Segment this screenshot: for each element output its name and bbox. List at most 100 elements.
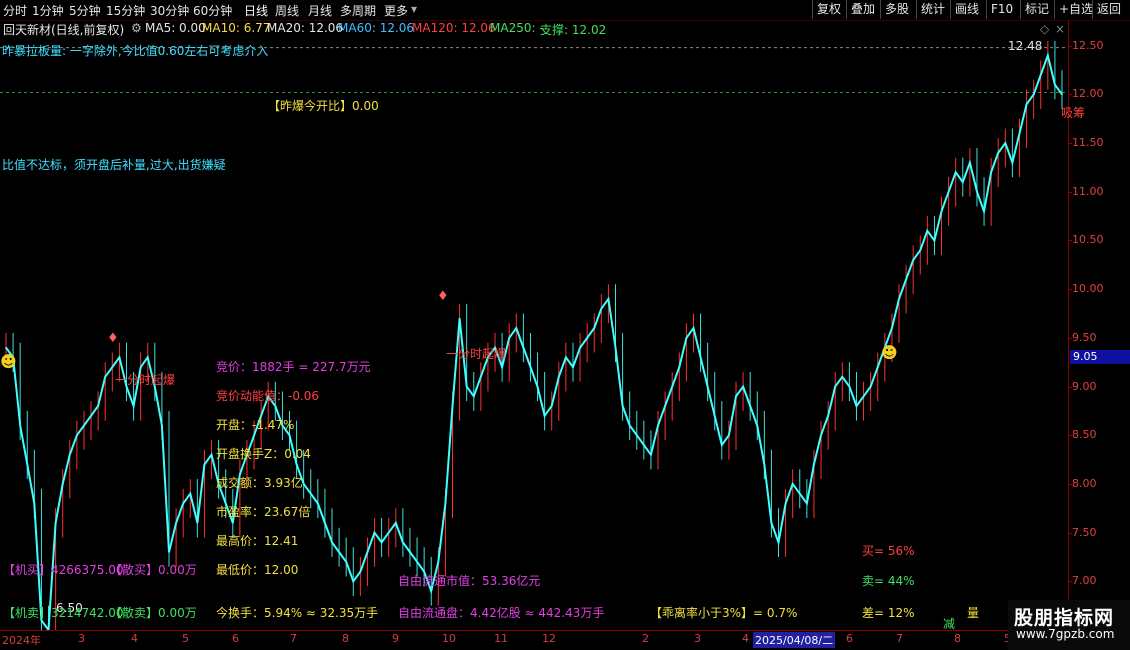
month-label: 12 xyxy=(542,632,556,645)
data-point xyxy=(274,405,277,407)
data-point xyxy=(621,405,624,407)
data-point xyxy=(97,405,99,407)
smiley-icon: ☻ xyxy=(881,343,898,362)
month-label: 6 xyxy=(232,632,239,645)
ma120-label: MA120: 12.06 xyxy=(412,21,496,35)
tab-more[interactable]: 更多 xyxy=(384,2,408,19)
data-point xyxy=(628,424,631,427)
tab-weekly[interactable]: 周线 xyxy=(275,2,299,19)
data-point xyxy=(295,463,298,466)
diamond-icon[interactable]: ◇ xyxy=(1040,22,1049,36)
data-point xyxy=(685,337,688,339)
data-point xyxy=(728,434,730,437)
tick-mark xyxy=(1068,483,1072,485)
diamond-gem-icon: ♦ xyxy=(437,289,449,304)
data-point xyxy=(231,522,234,524)
retail-buy-stat: 【散买】0.00万 xyxy=(110,563,197,577)
tick-mark xyxy=(1068,240,1072,242)
data-point xyxy=(706,385,709,388)
inst-sell-stat: 【机卖】3214742.00 xyxy=(3,606,124,620)
month-label: 6 xyxy=(846,632,853,645)
month-label: 10 xyxy=(442,632,456,645)
data-point xyxy=(593,327,596,329)
data-point xyxy=(643,444,645,446)
f10-button[interactable]: F10 xyxy=(986,0,1017,19)
data-point xyxy=(1039,74,1042,76)
deviation-stat: 【乖离率小于3%】= 0.7% xyxy=(650,606,798,620)
tab-multi-period[interactable]: 多周期 xyxy=(340,2,376,19)
data-point xyxy=(607,298,610,300)
data-point xyxy=(508,337,510,339)
data-point xyxy=(26,463,29,466)
tab-fenshi[interactable]: 分时 xyxy=(3,2,27,19)
data-point xyxy=(961,181,964,183)
tab-30min[interactable]: 30分钟 xyxy=(150,2,189,19)
smiley-icon: ☻ xyxy=(0,352,17,371)
open-turnover-stat: 开盘换手Z：0.04 xyxy=(216,447,311,461)
high-price-label: 12.48 xyxy=(1008,39,1043,53)
data-point xyxy=(522,346,525,349)
data-point xyxy=(657,424,659,427)
draw-line-button[interactable]: 画线 xyxy=(950,0,983,19)
data-point xyxy=(586,337,588,339)
chevron-down-icon[interactable]: ▾ xyxy=(411,2,417,16)
bid-power-stat: 竞价动能值：-0.06 xyxy=(216,389,320,403)
data-point xyxy=(940,210,943,213)
tick-mark xyxy=(1068,191,1072,193)
tick-mark xyxy=(1068,94,1072,96)
tab-1min[interactable]: 1分钟 xyxy=(32,2,64,19)
tab-daily[interactable]: 日线 xyxy=(244,2,268,19)
tab-monthly[interactable]: 月线 xyxy=(308,2,332,19)
inst-buy-stat: 【机买】4266375.00 xyxy=(3,563,124,577)
data-point xyxy=(472,395,475,398)
stats-button[interactable]: 统计 xyxy=(916,0,949,19)
month-label: 9 xyxy=(392,632,399,645)
multi-stock-button[interactable]: 多股 xyxy=(880,0,913,19)
data-point xyxy=(19,424,21,427)
amount-stat: 成交额：3.93亿 xyxy=(216,476,303,490)
data-point xyxy=(465,385,468,388)
add-watchlist-button[interactable]: +自选 xyxy=(1054,0,1097,19)
data-point xyxy=(253,434,255,437)
price-tick: 8.50 xyxy=(1072,428,1097,442)
buy-pct-stat: 买= 56% xyxy=(862,544,915,558)
data-point xyxy=(139,366,142,368)
month-label: 8 xyxy=(954,632,961,645)
data-point xyxy=(1018,132,1021,135)
ma60-label: MA60: 12.06 xyxy=(338,21,415,35)
tab-60min[interactable]: 60分钟 xyxy=(193,2,232,19)
month-label: 3 xyxy=(78,632,85,645)
data-point xyxy=(1011,161,1014,164)
mark-button[interactable]: 标记 xyxy=(1020,0,1053,19)
fuquan-button[interactable]: 复权 xyxy=(812,0,845,19)
data-point xyxy=(558,376,560,378)
float-shares-stat: 自由流通盘：4.42亿股 ≈ 442.43万手 xyxy=(398,606,605,620)
data-point xyxy=(664,405,666,407)
tab-15min[interactable]: 15分钟 xyxy=(106,2,145,19)
data-point xyxy=(430,590,433,592)
data-point xyxy=(848,385,851,388)
data-point xyxy=(83,424,85,427)
open-pct-stat: 开盘：-1.47% xyxy=(216,418,295,432)
data-point xyxy=(926,229,929,232)
burst-label-1: 一分时起爆 xyxy=(115,373,176,387)
tick-mark xyxy=(1068,532,1072,534)
data-point xyxy=(54,522,57,524)
data-point xyxy=(933,239,936,242)
overlay-button[interactable]: 叠加 xyxy=(846,0,879,19)
diff-pct-stat: 差= 12% xyxy=(862,606,915,620)
kline-chart[interactable] xyxy=(0,36,1068,630)
tick-mark xyxy=(1068,143,1072,145)
data-point xyxy=(359,570,362,573)
close-icon[interactable]: × xyxy=(1055,22,1065,36)
pe-stat: 市盈率：23.67倍 xyxy=(216,505,311,519)
back-button[interactable]: 返回 xyxy=(1092,0,1125,19)
low-stat: 最低价：12.00 xyxy=(216,563,299,577)
ma5-label: MA5: 0.00 xyxy=(145,21,206,35)
tab-5min[interactable]: 5分钟 xyxy=(69,2,101,19)
settings-icon[interactable]: ⚙ xyxy=(131,21,142,35)
data-point xyxy=(33,502,36,505)
tick-mark xyxy=(1068,581,1072,583)
data-point xyxy=(721,444,723,446)
data-point xyxy=(409,551,411,553)
